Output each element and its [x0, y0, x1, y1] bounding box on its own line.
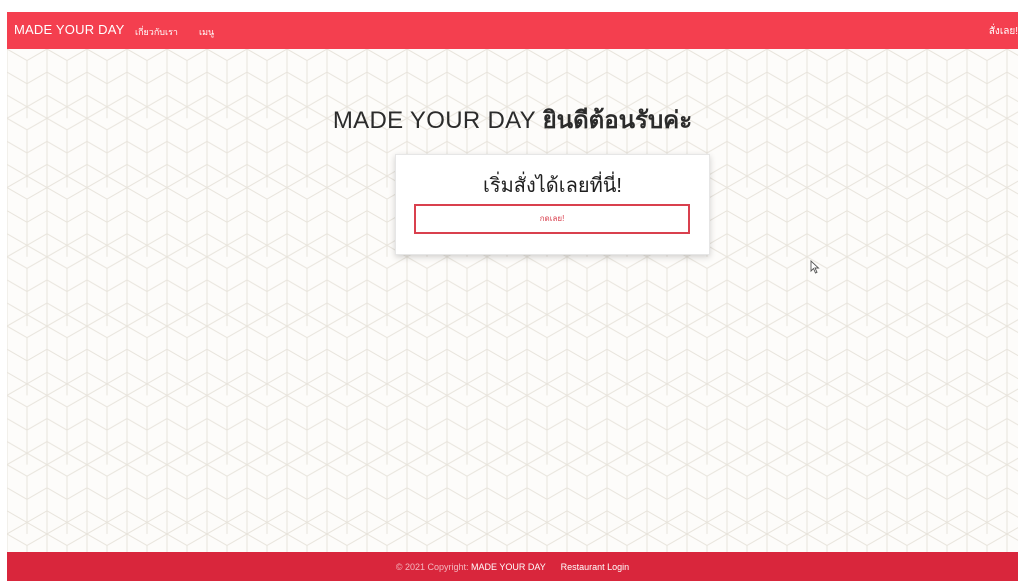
- mouse-cursor-icon: [810, 260, 820, 274]
- footer-copyright: © 2021 Copyright:: [395, 562, 469, 572]
- welcome-heading: MADE YOUR DAY ยินดีต้อนรับค่ะ: [7, 100, 1018, 139]
- nav-order-link[interactable]: สั่งเลย!: [989, 24, 1018, 39]
- welcome-heading-brand: MADE YOUR DAY: [332, 107, 536, 134]
- brand-link[interactable]: MADE YOUR DAY: [14, 22, 124, 37]
- order-card-title: เริ่มสั่งได้เลยที่นี่!: [482, 175, 622, 197]
- nav-link-menu[interactable]: เมนู: [199, 25, 214, 39]
- restaurant-login-link[interactable]: Restaurant Login: [561, 562, 630, 572]
- welcome-heading-greeting: ยินดีต้อนรับค่ะ: [542, 107, 693, 134]
- page-footer: © 2021 Copyright: MADE YOUR DAY Restaura…: [7, 552, 1018, 581]
- top-navbar: MADE YOUR DAY เกี่ยวกับเรา เมนู สั่งเลย!: [7, 12, 1018, 49]
- page-frame: MADE YOUR DAY เกี่ยวกับเรา เมนู สั่งเลย!…: [7, 12, 1018, 581]
- order-card: เริ่มสั่งได้เลยที่นี่! กดเลย!: [395, 154, 710, 255]
- nav-link-about[interactable]: เกี่ยวกับเรา: [135, 25, 178, 39]
- footer-brand: MADE YOUR DAY: [471, 562, 546, 572]
- order-now-button[interactable]: กดเลย!: [414, 204, 690, 234]
